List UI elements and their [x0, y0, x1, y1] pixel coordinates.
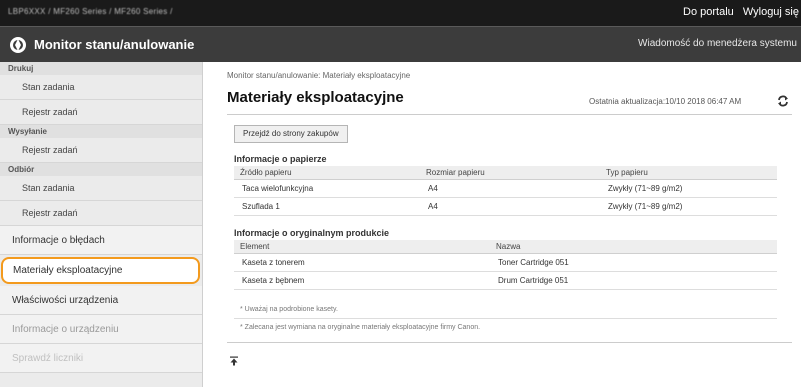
top-bar: LBP6XXX / MF260 Series / MF260 Series / …: [0, 0, 801, 26]
device-model-text: LBP6XXX / MF260 Series / MF260 Series /: [8, 7, 173, 16]
logout-link[interactable]: Wyloguj się: [743, 6, 799, 18]
top-links: Do portalu Wyloguj się: [677, 6, 799, 18]
cartridge-info-title: Informacje o oryginalnym produkcie: [234, 228, 390, 238]
table-cell: Toner Cartridge 051: [490, 253, 777, 272]
table-header-row: Źródło papieru Rozmiar papieru Typ papie…: [234, 166, 777, 180]
counterfeit-warning-note: * Uważaj na podrobione kasety.: [240, 306, 338, 313]
purchase-page-button[interactable]: Przejdź do strony zakupów: [234, 125, 348, 143]
sidebar-item-receive-job-log[interactable]: Rejestr zadań: [0, 201, 202, 226]
table-row: Szuflada 1 A4 Zwykły (71~89 g/m2): [234, 197, 777, 216]
column-header: Nazwa: [490, 240, 777, 254]
table-row: Kaseta z tonerem Toner Cartridge 051: [234, 253, 777, 272]
sidebar-item-print-job-log[interactable]: Rejestr zadań: [0, 100, 202, 125]
sidebar-item-error-info[interactable]: Informacje o błędach: [0, 226, 202, 255]
table-cell: A4: [420, 179, 600, 198]
sidebar-item-device-info[interactable]: Informacje o urządzeniu: [0, 315, 202, 344]
table-cell: Kaseta z tonerem: [234, 253, 490, 272]
table-cell: Taca wielofunkcyjna: [234, 179, 420, 198]
paper-info-table: Źródło papieru Rozmiar papieru Typ papie…: [234, 166, 777, 216]
table-cell: Kaseta z bębnem: [234, 271, 490, 290]
table-row: Kaseta z bębnem Drum Cartridge 051: [234, 271, 777, 290]
back-to-top-icon[interactable]: [229, 356, 239, 366]
column-header: Rozmiar papieru: [420, 166, 600, 180]
last-update-text: Ostatnia aktualizacja:10/10 2018 06:47 A…: [589, 97, 742, 106]
sidebar-item-send-job-log[interactable]: Rejestr zadań: [0, 138, 202, 163]
table-cell: Szuflada 1: [234, 197, 420, 216]
genuine-supplies-note: * Zalecana jest wymiana na oryginalne ma…: [240, 324, 481, 331]
column-header: Element: [234, 240, 490, 254]
table-cell: Zwykły (71~89 g/m2): [600, 179, 777, 198]
breadcrumb: Monitor stanu/anulowanie: Materiały eksp…: [227, 71, 411, 80]
table-row: Taca wielofunkcyjna A4 Zwykły (71~89 g/m…: [234, 179, 777, 198]
refresh-icon[interactable]: [776, 94, 790, 108]
table-cell: A4: [420, 197, 600, 216]
sidebar-item-print-job-status[interactable]: Stan zadania: [0, 75, 202, 100]
column-header: Typ papieru: [600, 166, 777, 180]
page-title: Materiały eksploatacyjne: [227, 89, 404, 106]
table-cell: Zwykły (71~89 g/m2): [600, 197, 777, 216]
portal-link[interactable]: Do portalu: [683, 6, 734, 18]
sidebar: Drukuj Stan zadania Rejestr zadań Wysyła…: [0, 62, 203, 387]
message-to-admin-link[interactable]: Wiadomość do menedżera systemu: [638, 38, 797, 49]
table-cell: Drum Cartridge 051: [490, 271, 777, 290]
sidebar-heading-send: Wysyłanie: [0, 125, 202, 138]
main-content: Monitor stanu/anulowanie: Materiały eksp…: [204, 62, 801, 387]
cartridge-info-table: Element Nazwa Kaseta z tonerem Toner Car…: [234, 240, 777, 290]
content-bottom-divider: [227, 342, 792, 343]
sidebar-item-receive-job-status[interactable]: Stan zadania: [0, 176, 202, 201]
sidebar-heading-receive: Odbiór: [0, 163, 202, 176]
sidebar-item-consumables[interactable]: Materiały eksploatacyjne: [1, 257, 200, 284]
title-divider: [227, 114, 792, 115]
sidebar-item-check-counter[interactable]: Sprawdź liczniki: [0, 344, 202, 373]
note-divider: [234, 318, 777, 319]
page-header: Monitor stanu/anulowanie Wiadomość do me…: [0, 26, 801, 62]
sidebar-heading-print: Drukuj: [0, 62, 202, 75]
header-title: Monitor stanu/anulowanie: [34, 37, 195, 52]
sidebar-item-device-features[interactable]: Właściwości urządzenia: [0, 286, 202, 315]
column-header: Źródło papieru: [234, 166, 420, 180]
table-header-row: Element Nazwa: [234, 240, 777, 254]
remote-ui-logo-icon: [10, 37, 26, 53]
paper-info-title: Informacje o papierze: [234, 154, 327, 164]
